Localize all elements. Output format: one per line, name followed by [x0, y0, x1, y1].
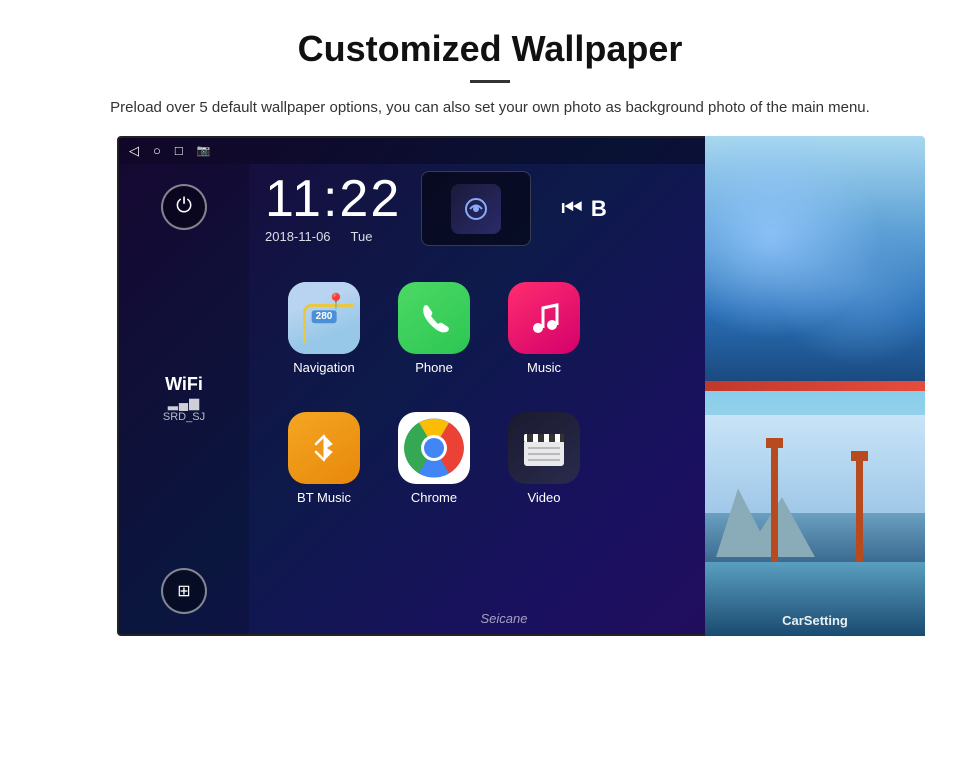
wifi-ssid: SRD_SJ: [163, 411, 205, 423]
bt-music-icon: [288, 412, 360, 484]
media-album-art: [451, 184, 501, 234]
ice-cave-bg: [705, 136, 925, 381]
home-icon[interactable]: ○: [153, 143, 161, 158]
recent-icon[interactable]: □: [175, 143, 183, 158]
video-svg: [522, 428, 566, 468]
phone-svg: [414, 298, 454, 338]
bridge-scene: CarSetting: [705, 391, 925, 636]
clock-date: 2018-11-06 Tue: [265, 229, 401, 244]
letter-b-label: B: [591, 196, 607, 222]
video-icon: [508, 412, 580, 484]
wallpaper-bottom: CarSetting: [705, 391, 925, 636]
media-controls: ⏮ B: [561, 195, 607, 223]
chrome-icon: [398, 412, 470, 484]
page: Customized Wallpaper Preload over 5 defa…: [0, 0, 980, 758]
power-icon: ⏻: [176, 195, 192, 218]
apps-grid-icon: ⊞: [177, 581, 190, 601]
app-item-video[interactable]: Video: [489, 394, 599, 524]
app-item-navigation[interactable]: 280 📍 Navigation: [269, 264, 379, 394]
media-widget: [421, 171, 531, 246]
navigation-icon: 280 📍: [288, 282, 360, 354]
power-button[interactable]: ⏻: [161, 184, 207, 230]
phone-label: Phone: [415, 360, 453, 375]
navigation-label: Navigation: [293, 360, 354, 375]
car-setting-label: CarSetting: [782, 613, 848, 628]
app-item-music[interactable]: Music: [489, 264, 599, 394]
clock-block: 11:22 2018-11-06 Tue: [265, 173, 401, 244]
nav-pin: 📍: [326, 292, 346, 312]
phone-icon: [398, 282, 470, 354]
left-sidebar: ⏻ WiFi ▂▄▆ SRD_SJ ⊞: [119, 164, 249, 634]
app-item-bt-music[interactable]: BT Music: [269, 394, 379, 524]
screenshot-icon[interactable]: 📷: [197, 144, 211, 157]
music-label: Music: [527, 360, 561, 375]
bridge-right-tower: [856, 457, 863, 567]
bt-music-label: BT Music: [297, 490, 351, 505]
wallpaper-panel: CarSetting: [705, 136, 925, 636]
clock-date-value: 2018-11-06: [265, 229, 331, 244]
music-icon: [508, 282, 580, 354]
clock-time: 11:22: [265, 173, 401, 225]
clock-day: Tue: [351, 229, 373, 244]
tower-cap: [766, 438, 783, 448]
tower-cap-2: [851, 451, 868, 461]
cast-icon: [461, 194, 491, 224]
chrome-label: Chrome: [411, 490, 457, 505]
device-wrapper: ◁ ○ □ 📷 📍 ▾ 11:22 ⏻: [55, 136, 925, 656]
bridge-left-tower: [771, 444, 778, 567]
title-divider: [470, 80, 510, 83]
apps-button[interactable]: ⊞: [161, 568, 207, 614]
wifi-bars: ▂▄▆: [163, 395, 205, 411]
header-section: Customized Wallpaper Preload over 5 defa…: [0, 0, 980, 136]
music-svg: [524, 298, 564, 338]
status-left-icons: ◁ ○ □ 📷: [129, 143, 210, 159]
page-subtitle: Preload over 5 default wallpaper options…: [80, 97, 900, 120]
bluetooth-svg: [306, 430, 342, 466]
wallpaper-top: [705, 136, 925, 381]
wifi-info: WiFi ▂▄▆ SRD_SJ: [163, 374, 205, 423]
app-item-chrome[interactable]: Chrome: [379, 394, 489, 524]
car-setting-bar: [705, 381, 925, 391]
prev-track-button[interactable]: ⏮: [561, 195, 583, 223]
watermark: Seicane: [481, 611, 528, 626]
wifi-label: WiFi: [163, 374, 205, 395]
page-title: Customized Wallpaper: [80, 28, 900, 70]
back-icon[interactable]: ◁: [129, 143, 139, 159]
nav-road-label: 280: [312, 310, 337, 323]
video-label: Video: [527, 490, 560, 505]
app-item-phone[interactable]: Phone: [379, 264, 489, 394]
chrome-svg: [399, 413, 469, 483]
